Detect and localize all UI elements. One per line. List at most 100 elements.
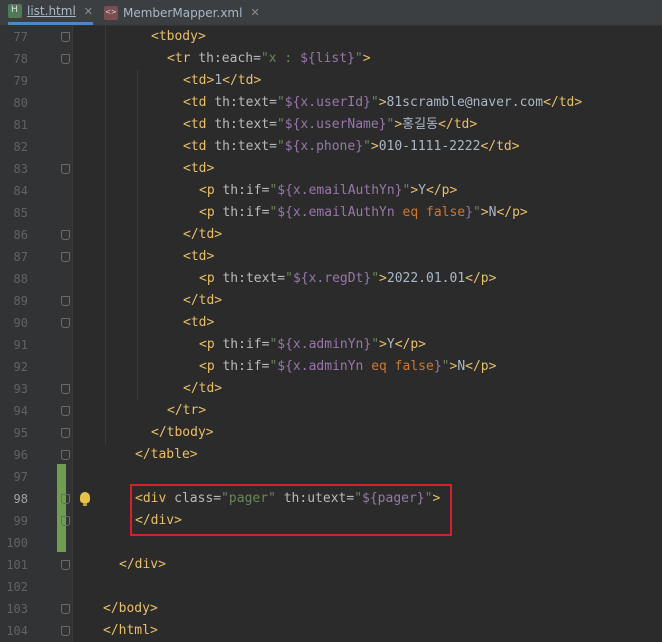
fold-marker-icon[interactable]	[61, 32, 70, 42]
line-number: 84	[13, 184, 28, 198]
code-token: </p>	[465, 271, 497, 286]
code-token: ${x.regDt}	[292, 271, 372, 286]
code-line[interactable]: 79 <td>1</td>	[0, 70, 662, 92]
line-number: 83	[13, 162, 28, 176]
indent-guide	[105, 158, 106, 180]
fold-marker-icon[interactable]	[61, 318, 70, 328]
fold-marker-icon[interactable]	[61, 516, 70, 526]
code-text: </td>	[183, 378, 222, 400]
code-token: </td>	[480, 139, 520, 154]
line-number: 98	[13, 492, 28, 506]
fold-marker-icon[interactable]	[61, 230, 70, 240]
tab-list-html[interactable]: list.html ✕	[8, 0, 93, 25]
code-token: >	[480, 205, 489, 220]
code-token: th:if=	[222, 337, 270, 352]
code-line[interactable]: 101 </div>	[0, 554, 662, 576]
fold-marker-icon[interactable]	[61, 252, 70, 262]
fold-marker-icon[interactable]	[61, 604, 70, 614]
indent-guide	[137, 312, 138, 334]
lightbulb-icon[interactable]	[80, 492, 90, 506]
code-line[interactable]: 77 <tbody>	[0, 26, 662, 48]
fold-marker-icon[interactable]	[61, 560, 70, 570]
code-text: <td>	[183, 312, 214, 334]
code-line[interactable]: 91 <p th:if="${x.adminYn}">Y</p>	[0, 334, 662, 356]
code-token: <td	[183, 117, 215, 132]
code-token: </tr>	[167, 403, 207, 418]
code-line[interactable]: 96 </table>	[0, 444, 662, 466]
code-line[interactable]: 82 <td th:text="${x.phone}">010-1111-2222…	[0, 136, 662, 158]
fold-marker-icon[interactable]	[61, 54, 70, 64]
fold-marker-icon[interactable]	[61, 450, 70, 460]
line-number: 99	[13, 514, 28, 528]
code-line[interactable]: 81 <td th:text="${x.userName}">홍길동</td>	[0, 114, 662, 136]
code-token: 81scramble@naver.com	[386, 95, 544, 110]
fold-marker-icon[interactable]	[61, 406, 70, 416]
indent-guide	[137, 378, 138, 400]
code-line[interactable]: 103 </body>	[0, 598, 662, 620]
code-token: ${x.phone}	[284, 139, 364, 154]
highlight-box	[130, 484, 452, 536]
line-number: 87	[13, 250, 28, 264]
fold-marker-icon[interactable]	[61, 428, 70, 438]
indent-guide	[137, 202, 138, 224]
code-text: <td>	[183, 158, 214, 180]
code-editor[interactable]: 77 <tbody> 78 <tr th:each="x : ${list}"> 79 <…	[0, 26, 662, 642]
code-line[interactable]: 92 <p th:if="${x.adminYn eq false}">N</p>	[0, 356, 662, 378]
line-number: 91	[13, 338, 28, 352]
code-token: </p>	[426, 183, 458, 198]
code-token: </p>	[394, 337, 426, 352]
code-token: >	[410, 183, 419, 198]
code-line[interactable]: 78 <tr th:each="x : ${list}">	[0, 48, 662, 70]
code-token: >	[378, 95, 387, 110]
code-line[interactable]: 89 </td>	[0, 290, 662, 312]
indent-guide	[137, 92, 138, 114]
indent-guide	[137, 246, 138, 268]
code-line[interactable]: 80 <td th:text="${x.userId}">81scramble@n…	[0, 92, 662, 114]
code-line[interactable]: 87 <td>	[0, 246, 662, 268]
fold-marker-icon[interactable]	[61, 384, 70, 394]
code-line[interactable]: 84 <p th:if="${x.emailAuthYn}">Y</p>	[0, 180, 662, 202]
indent-guide	[105, 356, 106, 378]
code-token: <td	[183, 139, 215, 154]
indent-guide	[105, 136, 106, 158]
code-line[interactable]: 90 <td>	[0, 312, 662, 334]
code-line[interactable]: 95 </tbody>	[0, 422, 662, 444]
close-icon[interactable]: ✕	[84, 5, 93, 18]
code-token: Y	[386, 337, 395, 352]
line-number: 103	[6, 602, 28, 616]
fold-marker-icon[interactable]	[61, 626, 70, 636]
code-line[interactable]: 88 <p th:text="${x.regDt}">2022.01.01</p>	[0, 268, 662, 290]
tab-membermapper-xml[interactable]: MemberMapper.xml ✕	[104, 0, 260, 25]
line-number: 95	[13, 426, 28, 440]
code-text: </html>	[103, 620, 158, 642]
code-text: </td>	[183, 290, 222, 312]
indent-guide	[105, 70, 106, 92]
code-token: "	[472, 205, 481, 220]
fold-marker-icon[interactable]	[61, 296, 70, 306]
code-line[interactable]: 86 </td>	[0, 224, 662, 246]
code-line[interactable]: 93 </td>	[0, 378, 662, 400]
fold-marker-icon[interactable]	[61, 164, 70, 174]
code-line[interactable]: 104 </html>	[0, 620, 662, 642]
line-number: 89	[13, 294, 28, 308]
indent-guide	[137, 70, 138, 92]
indent-guide	[137, 158, 138, 180]
code-line[interactable]: 83 <td>	[0, 158, 662, 180]
code-line[interactable]: 94 </tr>	[0, 400, 662, 422]
close-icon[interactable]: ✕	[250, 6, 259, 19]
code-token: </td>	[222, 73, 262, 88]
line-number: 88	[13, 272, 28, 286]
code-line[interactable]: 102	[0, 576, 662, 598]
code-token: <p	[199, 337, 223, 352]
code-token: th:each=	[198, 51, 261, 66]
code-text: </body>	[103, 598, 158, 620]
line-number: 90	[13, 316, 28, 330]
code-token: ${x.adminYn}	[277, 337, 372, 352]
code-token: </tbody>	[151, 425, 214, 440]
editor-tab-bar: list.html ✕ MemberMapper.xml ✕	[0, 0, 662, 26]
fold-marker-icon[interactable]	[61, 494, 70, 504]
indent-guide	[105, 26, 106, 48]
code-token: "	[371, 337, 380, 352]
code-line[interactable]: 85 <p th:if="${x.emailAuthYn eq false}">N…	[0, 202, 662, 224]
code-token: <p	[199, 271, 223, 286]
